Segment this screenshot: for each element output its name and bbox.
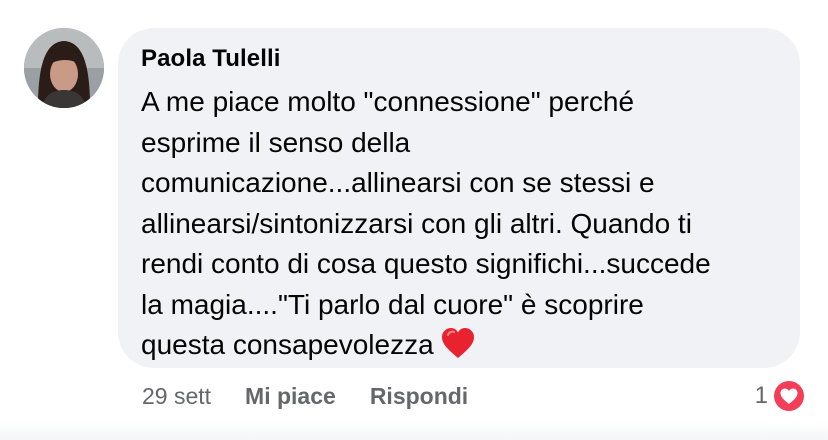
avatar[interactable] (24, 28, 104, 108)
comment-line: esprime il senso della (141, 126, 411, 158)
comment-author[interactable]: Paola Tulelli (141, 44, 778, 74)
comment-line: rendi conto di cosa questo significhi...… (141, 248, 711, 279)
comment-bubble: Paola Tulelli A me piace molto "connessi… (118, 28, 800, 368)
heart-emoji-icon (440, 326, 476, 372)
comment-line: questa consapevolezza (141, 329, 434, 360)
divider (0, 422, 828, 440)
comment-actions: 29 sett Mi piace Rispondi (142, 378, 502, 414)
comment-text: A me piace molto "connessione" perché es… (141, 82, 778, 372)
comment-line: comunicazione...allinearsi con se stessi… (141, 167, 655, 198)
reaction-count: 1 (754, 382, 768, 409)
love-icon (772, 379, 806, 413)
comment-line: allinearsi/sintonizzarsi con gli altri. … (141, 207, 692, 239)
comment: Paola Tulelli A me piace molto "connessi… (0, 0, 828, 440)
reactions-summary[interactable]: 1 (755, 376, 806, 416)
like-button[interactable]: Mi piace (245, 383, 336, 410)
comment-line: A me piace molto "connessione" perché (141, 86, 635, 117)
comment-line: la magia...."Ti parlo dal cuore" è scopr… (141, 288, 644, 320)
reply-button[interactable]: Rispondi (370, 383, 468, 410)
profile-photo-icon (24, 28, 104, 108)
timestamp[interactable]: 29 sett (142, 383, 211, 410)
